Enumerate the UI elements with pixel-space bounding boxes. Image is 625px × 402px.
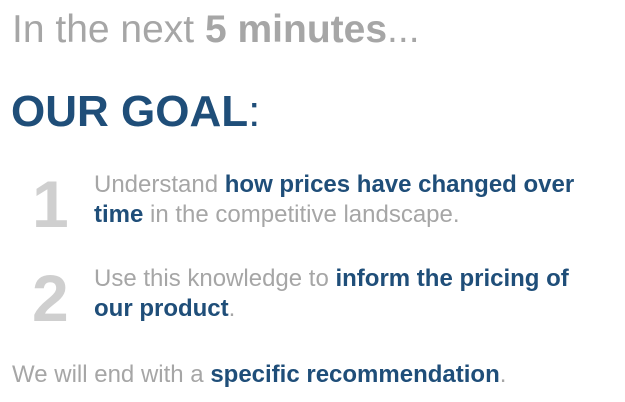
- intro-prefix: In the next: [12, 8, 205, 51]
- goal-heading: OUR GOAL:: [11, 87, 260, 137]
- goal-item-2-text-before: Use this knowledge to: [94, 265, 336, 292]
- intro-emphasis: 5 minutes: [204, 8, 388, 51]
- goal-colon: :: [248, 87, 261, 136]
- goal-item-1-text-before: Understand: [94, 171, 225, 198]
- closing-line: We will end with a specific recommendati…: [12, 360, 506, 390]
- goal-item-1: 1 Understand how prices have changed ove…: [32, 167, 614, 241]
- goal-item-2-text: Use this knowledge to inform the pricing…: [94, 264, 614, 324]
- closing-text-after: .: [499, 361, 507, 388]
- goal-item-2: 2 Use this knowledge to inform the prici…: [32, 261, 614, 335]
- goal-item-1-text-after: in the competitive landscape.: [143, 201, 460, 228]
- closing-text-before: We will end with a: [12, 361, 211, 388]
- goal-item-2-number: 2: [32, 261, 69, 335]
- goal-title: OUR GOAL: [11, 87, 249, 136]
- intro-line: In the next 5 minutes...: [12, 8, 420, 52]
- intro-suffix: ...: [387, 8, 420, 51]
- closing-highlight: specific recommendation: [210, 361, 500, 388]
- goal-item-1-number: 1: [32, 167, 69, 241]
- goal-item-1-text: Understand how prices have changed over …: [94, 170, 614, 230]
- goal-item-2-text-after: .: [228, 295, 236, 322]
